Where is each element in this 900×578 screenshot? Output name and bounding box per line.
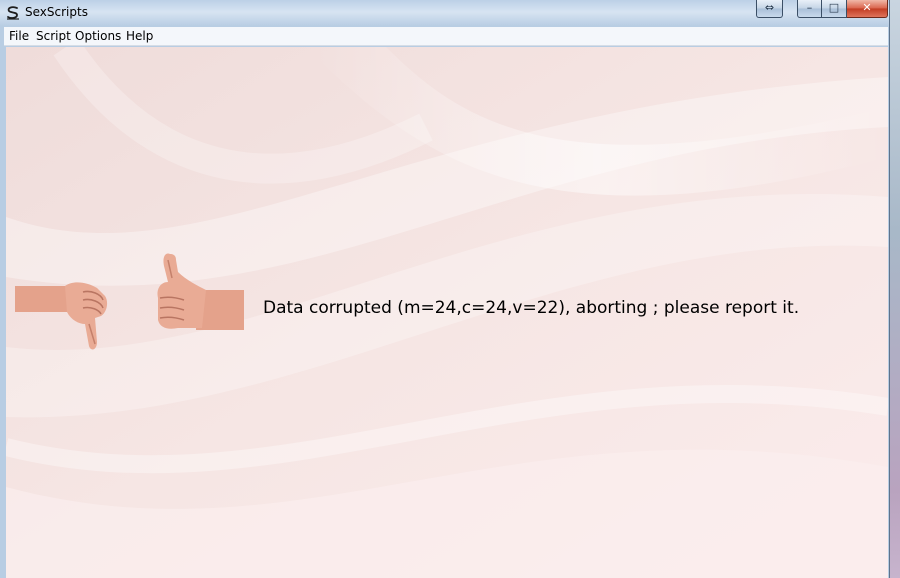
window-title: SexScripts xyxy=(25,5,88,19)
thumbs-up-icon xyxy=(157,253,244,330)
menu-file[interactable]: File xyxy=(8,29,30,43)
maximize-icon: □ xyxy=(828,1,840,14)
minimize-button[interactable]: – xyxy=(797,0,822,18)
app-icon xyxy=(7,6,19,20)
close-icon: ✕ xyxy=(862,1,872,14)
desktop: SexScripts ⇔ – □ ✕ File Script Options H… xyxy=(0,0,900,578)
error-message: Data corrupted (m=24,c=24,v=22), abortin… xyxy=(263,298,800,318)
minimize-icon: – xyxy=(806,1,813,14)
close-button[interactable]: ✕ xyxy=(847,0,888,18)
resize-toggle-button[interactable]: ⇔ xyxy=(756,0,783,18)
thumbs-down-icon xyxy=(15,282,108,350)
menu-help[interactable]: Help xyxy=(125,29,154,43)
title-bar[interactable]: SexScripts ⇔ – □ ✕ xyxy=(0,0,890,27)
menu-bar: File Script Options Help xyxy=(4,27,888,46)
script-content-area: Data corrupted (m=24,c=24,v=22), abortin… xyxy=(6,47,888,578)
menu-script[interactable]: Script xyxy=(35,29,72,43)
desktop-background xyxy=(890,0,900,578)
maximize-button[interactable]: □ xyxy=(822,0,847,18)
menu-options[interactable]: Options xyxy=(74,29,122,43)
app-window: SexScripts ⇔ – □ ✕ File Script Options H… xyxy=(0,0,890,578)
double-arrow-icon: ⇔ xyxy=(764,1,775,14)
